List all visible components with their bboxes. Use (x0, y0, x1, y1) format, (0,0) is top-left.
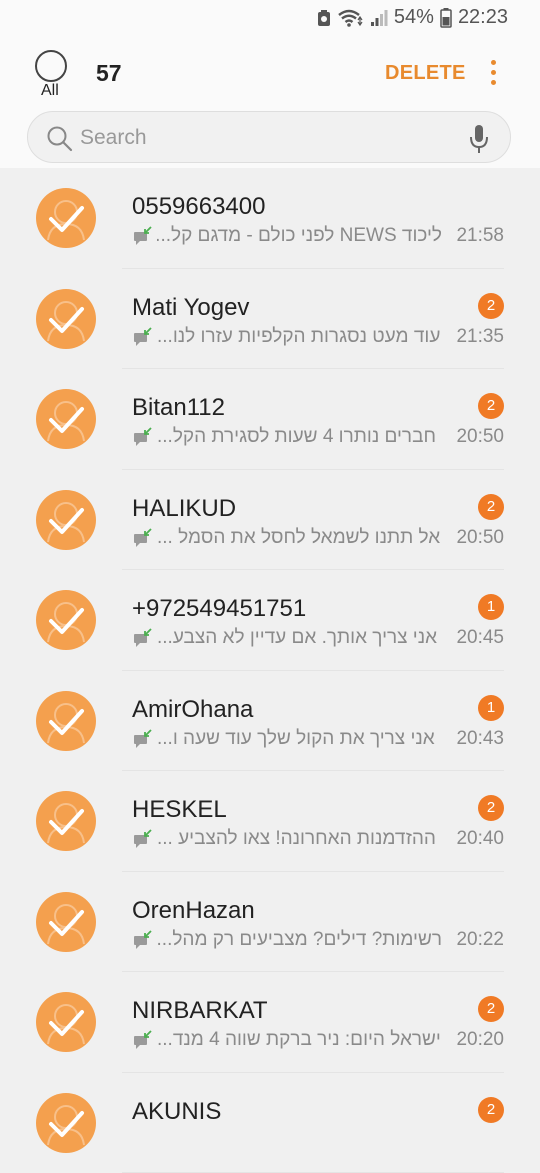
contact-name: NIRBARKAT (132, 997, 268, 1025)
unread-badge: 2 (478, 293, 504, 319)
message-time: 20:50 (456, 426, 504, 448)
message-preview: עוד מעט נסגרות הקלפיות עזרו לנו... (157, 326, 442, 348)
search-placeholder: Search (80, 126, 147, 150)
message-preview: אני צריך את הקול שלך עוד שעה ו... (157, 728, 442, 750)
search-icon (46, 125, 74, 153)
conversation-row[interactable]: Mati Yogev 2 עוד מעט נסגרות הקלפיות עזרו ל… (0, 269, 540, 370)
unread-badge: 1 (478, 695, 504, 721)
message-preview: ליכוד NEWS לפני כולם - מדגם קל... (157, 225, 442, 247)
outgoing-message-icon (133, 1030, 153, 1050)
message-time: 21:58 (456, 225, 504, 247)
search-bar[interactable]: Search (27, 111, 511, 163)
outgoing-message-icon (133, 729, 153, 749)
conversation-row[interactable]: Bitan112 2 חברים נותרו 4 שעות לסגירת הקל..… (0, 369, 540, 470)
contact-avatar[interactable] (36, 188, 96, 248)
selection-header: All 57 DELETE Search (0, 38, 540, 168)
selected-check-icon (36, 289, 96, 349)
contact-name: AKUNIS (132, 1098, 221, 1126)
select-all-label: All (41, 82, 59, 100)
contact-name: HESKEL (132, 796, 227, 824)
select-all-checkbox[interactable] (35, 50, 67, 82)
unread-badge: 2 (478, 795, 504, 821)
selected-check-icon (36, 490, 96, 550)
conversation-row[interactable]: +972549451751 1 אני צריך אותך. אם עדיין לא… (0, 570, 540, 671)
conversation-row[interactable]: 0559663400 ליכוד NEWS לפני כולם - מדגם קל… (0, 168, 540, 269)
contact-name: Bitan112 (132, 394, 225, 422)
selected-check-icon (36, 188, 96, 248)
outgoing-message-icon (133, 327, 153, 347)
conversation-row[interactable]: NIRBARKAT 2 ישראל היום: ניר ברקת שווה 4 מנ… (0, 972, 540, 1073)
delete-button[interactable]: DELETE (385, 62, 466, 85)
selected-check-icon (36, 691, 96, 751)
contact-name: AmirOhana (132, 696, 253, 724)
conversation-row[interactable]: OrenHazan רשימות? דילים? מצביעים רק מהל..… (0, 872, 540, 973)
contact-avatar[interactable] (36, 590, 96, 650)
conversation-row[interactable]: HESKEL 2 ההזדמנות האחרונה! צאו להצביע ... 2… (0, 771, 540, 872)
more-options-icon[interactable] (485, 58, 501, 88)
conversation-list: 0559663400 ליכוד NEWS לפני כולם - מדגם קל… (0, 168, 540, 1173)
contact-name: HALIKUD (132, 495, 236, 523)
contact-avatar[interactable] (36, 289, 96, 349)
message-preview: חברים נותרו 4 שעות לסגירת הקל... (157, 426, 442, 448)
message-time: 20:22 (456, 929, 504, 951)
contact-name: OrenHazan (132, 897, 255, 925)
contact-avatar[interactable] (36, 892, 96, 952)
unread-badge: 1 (478, 594, 504, 620)
contact-avatar[interactable] (36, 1093, 96, 1153)
message-time: 20:40 (456, 828, 504, 850)
outgoing-message-icon (133, 226, 153, 246)
selected-check-icon (36, 389, 96, 449)
notification-icon (316, 9, 332, 27)
message-time: 20:50 (456, 527, 504, 549)
outgoing-message-icon (133, 528, 153, 548)
message-time: 20:20 (456, 1029, 504, 1051)
message-preview: רשימות? דילים? מצביעים רק מהל... (157, 929, 442, 951)
signal-icon (370, 9, 388, 27)
selected-check-icon (36, 791, 96, 851)
message-preview: אל תתנו לשמאל לחסל את הסמל ... (157, 527, 442, 549)
contact-avatar[interactable] (36, 389, 96, 449)
contact-avatar[interactable] (36, 992, 96, 1052)
conversation-row[interactable]: HALIKUD 2 אל תתנו לשמאל לחסל את הסמל ... 20… (0, 470, 540, 571)
message-time: 20:43 (456, 728, 504, 750)
conversation-row[interactable]: AmirOhana 1 אני צריך את הקול שלך עוד שעה ו… (0, 671, 540, 772)
selected-check-icon (36, 590, 96, 650)
contact-avatar[interactable] (36, 691, 96, 751)
outgoing-message-icon (133, 427, 153, 447)
unread-badge: 2 (478, 494, 504, 520)
message-preview: ישראל היום: ניר ברקת שווה 4 מנד... (157, 1029, 442, 1051)
selected-check-icon (36, 1093, 96, 1153)
outgoing-message-icon (133, 930, 153, 950)
contact-name: 0559663400 (132, 193, 265, 221)
message-preview: אני צריך אותך. אם עדיין לא הצבע... (157, 627, 442, 649)
contact-name: +972549451751 (132, 595, 306, 623)
outgoing-message-icon (133, 829, 153, 849)
contact-avatar[interactable] (36, 490, 96, 550)
microphone-icon[interactable] (468, 124, 490, 154)
unread-badge: 2 (478, 996, 504, 1022)
message-time: 20:45 (456, 627, 504, 649)
selected-check-icon (36, 892, 96, 952)
battery-percentage: 54% (394, 6, 434, 29)
contact-avatar[interactable] (36, 791, 96, 851)
battery-icon (440, 8, 452, 28)
unread-badge: 2 (478, 393, 504, 419)
status-bar: 54% 22:23 (0, 0, 540, 38)
clock: 22:23 (458, 6, 508, 29)
selected-count: 57 (96, 60, 122, 87)
message-time: 21:35 (456, 326, 504, 348)
contact-name: Mati Yogev (132, 294, 249, 322)
message-preview: ההזדמנות האחרונה! צאו להצביע ... (157, 828, 442, 850)
outgoing-message-icon (133, 628, 153, 648)
selected-check-icon (36, 992, 96, 1052)
conversation-row[interactable]: AKUNIS2 (0, 1073, 540, 1173)
wifi-icon (338, 8, 364, 28)
